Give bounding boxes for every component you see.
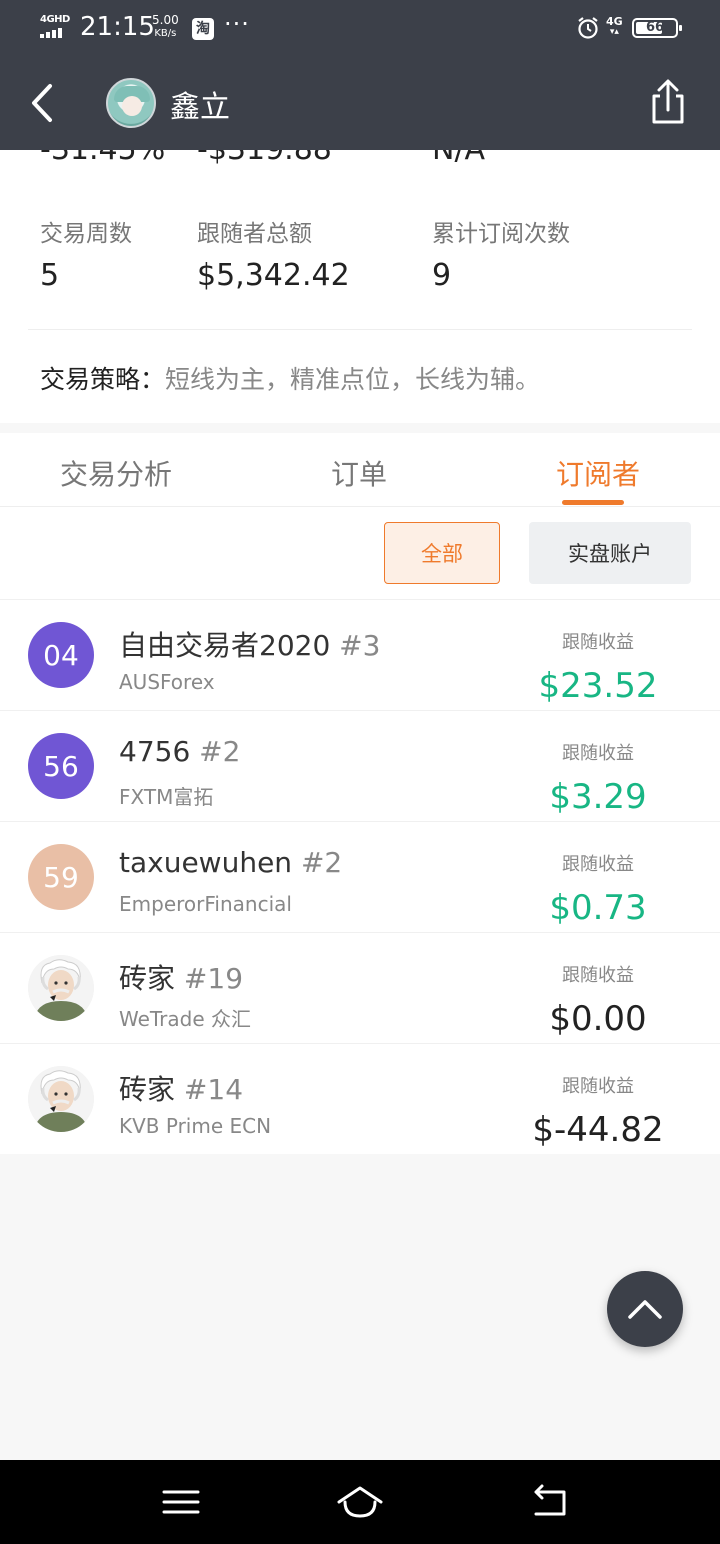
tab-trade-analysis[interactable]: 交易分析 [60,453,172,493]
active-tab-indicator [562,500,624,505]
alarm-icon [578,17,598,39]
name-text: 自由交易者2020 [119,629,331,662]
earnings-value: $-44.82 [532,1110,664,1150]
tab-subscribers[interactable]: 订阅者 [556,453,640,493]
home-icon[interactable] [335,1482,385,1522]
name-text: 砖家 [119,962,176,995]
avatar: 59 [28,844,94,910]
status-bar: 4GHD 21:15 5.00 KB/s 淘 ··· 4G ▾▴ 66 [0,0,720,56]
back-button[interactable] [22,80,62,126]
network-type-2: 4G [606,15,623,28]
other-value: N/A [432,150,485,167]
rank-text: #14 [183,1073,244,1106]
stat-label: 跟随者总额 [197,221,312,247]
taobao-icon: 淘 [192,18,214,40]
stat-follower-total: 跟随者总额 $5,342.42 [197,214,350,293]
avatar: 04 [28,622,94,688]
filter-real-account-button[interactable]: 实盘账户 [529,522,691,584]
subscriber-name: 砖家 #19 [119,957,243,997]
name-text: taxuewuhen [119,846,293,879]
list-item[interactable]: 04 自由交易者2020 #3 AUSForex 跟随收益 $23.52 [0,599,720,710]
einstein-avatar-icon [28,955,94,1021]
subscriber-name: taxuewuhen #2 [119,846,342,879]
avatar[interactable] [106,78,156,128]
earnings-value: $3.29 [549,777,647,817]
filter-all-button[interactable]: 全部 [384,522,500,584]
strategy-text: 短线为主，精准点位，长线为辅。 [165,365,541,394]
einstein-avatar-icon [28,1066,94,1132]
stat-value: $5,342.42 [197,258,350,293]
earnings-label: 跟随收益 [562,743,634,764]
filter-bar: 全部 实盘账户 [0,507,720,599]
list-item[interactable]: 砖家 #19 WeTrade 众汇 跟随收益 $0.00 [0,932,720,1043]
divider [28,329,692,330]
subscriber-name: 4756 #2 [119,735,240,768]
menu-icon[interactable] [156,1482,206,1522]
tab-orders[interactable]: 订单 [331,453,387,493]
speed-value: 5.00 [152,13,179,27]
network-type: 4GHD [40,14,70,25]
more-notifications-icon: ··· [224,10,250,38]
overview-card: -31.45% -$319.88 N/A 交易周数 5 跟随者总额 $5,342… [0,150,720,423]
system-nav-bar [0,1460,720,1544]
screen: 4GHD 21:15 5.00 KB/s 淘 ··· 4G ▾▴ 66 鑫立 交… [0,0,720,1544]
earnings-value: $0.00 [549,999,647,1039]
broker-name: AUSForex [119,670,215,694]
share-icon[interactable] [648,78,688,126]
rank-text: #2 [199,735,241,768]
earnings-value: $0.73 [549,888,647,928]
trader-name: 鑫立 [170,90,230,125]
broker-name: FXTM富拓 [119,785,214,809]
list-item[interactable]: 砖家 #14 KVB Prime ECN 跟随收益 $-44.82 [0,1043,720,1154]
app-header: 鑫立 [0,56,720,150]
stat-label: 交易周数 [40,221,132,247]
network-speed: 5.00 KB/s [152,14,179,40]
stat-value: 5 [40,258,60,293]
stat-trading-weeks: 交易周数 5 [40,214,132,293]
speed-unit: KB/s [154,28,177,39]
rank-text: #2 [300,846,343,879]
profit-value: -$319.88 [197,150,332,167]
scroll-to-top-button[interactable] [607,1271,683,1347]
trading-strategy: 交易策略：短线为主，精准点位，长线为辅。 [40,360,540,396]
rank-text: #3 [339,629,381,662]
earnings-value: $23.52 [538,666,658,706]
rank-text: #19 [183,962,244,995]
subscriber-name: 自由交易者2020 #3 [119,624,380,664]
list-item[interactable]: 59 taxuewuhen #2 EmperorFinancial 跟随收益 $… [0,821,720,932]
battery-level: 66 [645,20,665,35]
stat-value: 9 [432,258,452,293]
back-nav-icon[interactable] [524,1482,574,1522]
battery-icon: 66 [632,18,682,38]
name-text: 砖家 [119,1073,176,1106]
broker-name: KVB Prime ECN [119,1114,272,1138]
earnings-label: 跟随收益 [562,965,634,986]
broker-name: WeTrade 众汇 [119,1007,252,1031]
signal-icon: 4GHD [40,14,72,40]
avatar [28,955,94,1021]
stat-subscription-count: 累计订阅次数 9 [432,214,570,293]
name-text: 4756 [119,735,191,768]
earnings-label: 跟随收益 [562,632,634,653]
subscriber-name: 砖家 #14 [119,1068,243,1108]
broker-name: EmperorFinancial [119,892,292,916]
chevron-up-icon [628,1300,662,1319]
strategy-label: 交易策略： [40,365,166,394]
avatar: 56 [28,733,94,799]
clock: 21:15 [80,12,155,42]
mobile-data-icon: 4G ▾▴ [606,15,623,37]
tab-bar: 交易分析 订单 订阅者 [0,433,720,507]
avatar [28,1066,94,1132]
earnings-label: 跟随收益 [562,1076,634,1097]
list-item[interactable]: 56 4756 #2 FXTM富拓 跟随收益 $3.29 [0,710,720,821]
subscriber-list: 04 自由交易者2020 #3 AUSForex 跟随收益 $23.52 56 … [0,599,720,1154]
stat-label: 累计订阅次数 [432,221,570,247]
return-value: -31.45% [40,150,165,167]
earnings-label: 跟随收益 [562,854,634,875]
